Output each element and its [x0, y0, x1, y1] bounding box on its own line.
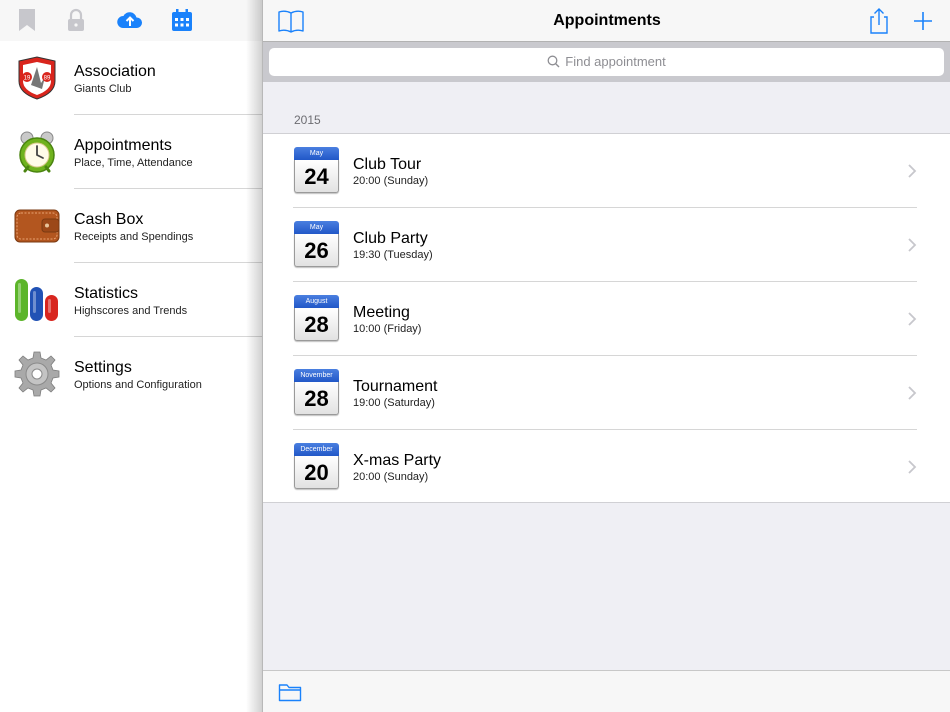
- calendar-date-icon: August 28: [294, 295, 339, 341]
- lock-icon[interactable]: [64, 8, 88, 32]
- chevron-right-icon: [908, 238, 917, 252]
- calendar-date-icon: November 28: [294, 369, 339, 415]
- calendar-date-icon: December 20: [294, 443, 339, 489]
- calendar-body: 28: [294, 382, 339, 415]
- appointment-title: Club Party: [353, 230, 428, 247]
- section-header: 2015: [294, 113, 321, 127]
- folder-icon[interactable]: [278, 681, 302, 703]
- calendar-date-icon: May 24: [294, 147, 339, 193]
- sidebar-item-title: Statistics: [74, 285, 139, 302]
- search-bar: Find appointment: [263, 42, 950, 82]
- search-placeholder-wrap: Find appointment: [269, 54, 944, 69]
- sidebar-item-subtitle: Receipts and Spendings: [74, 231, 194, 243]
- search-icon: [547, 55, 560, 68]
- navigation-bar: Appointments: [263, 0, 950, 42]
- calendar-day: 28: [304, 386, 329, 411]
- calendar-month: August: [294, 295, 339, 308]
- app-window: 19 89 Association Giants Club Appointmen…: [0, 0, 950, 712]
- appointment-row[interactable]: November 28 Tournament 19:00 (Saturday): [263, 356, 950, 430]
- sidebar-item-appointments[interactable]: Appointments Place, Time, Attendance: [0, 115, 262, 189]
- calendar-day: 20: [304, 460, 329, 485]
- appointment-row[interactable]: August 28 Meeting 10:00 (Friday): [263, 282, 950, 356]
- sidebar-item-cash-box[interactable]: Cash Box Receipts and Spendings: [0, 189, 262, 263]
- appointments-list: May 24 Club Tour 20:00 (Sunday) May 26 C…: [263, 133, 950, 503]
- appointment-time: 20:00 (Sunday): [353, 471, 429, 483]
- sidebar-item-title: Cash Box: [74, 211, 144, 228]
- sidebar-item-title: Association: [74, 63, 156, 80]
- bottom-toolbar: [263, 670, 950, 712]
- logo-year-right: 89: [44, 76, 51, 82]
- sidebar: 19 89 Association Giants Club Appointmen…: [0, 0, 262, 712]
- sidebar-item-subtitle: Highscores and Trends: [74, 305, 188, 317]
- appointment-time: 20:00 (Sunday): [353, 175, 429, 187]
- club-logo-icon: 19 89: [14, 55, 60, 101]
- sidebar-item-statistics[interactable]: Statistics Highscores and Trends: [0, 263, 262, 337]
- calendar-date-icon: May 26: [294, 221, 339, 267]
- search-input[interactable]: Find appointment: [269, 48, 944, 76]
- cloud-upload-icon[interactable]: [116, 8, 144, 32]
- appointment-time: 10:00 (Friday): [353, 323, 422, 335]
- calendar-day: 28: [304, 312, 329, 337]
- appointment-time: 19:00 (Saturday): [353, 397, 435, 409]
- add-icon[interactable]: [909, 7, 937, 35]
- sidebar-item-settings[interactable]: Settings Options and Configuration: [0, 337, 262, 411]
- appointment-row[interactable]: May 24 Club Tour 20:00 (Sunday): [263, 134, 950, 208]
- calendar-body: 28: [294, 308, 339, 341]
- calendar-body: 24: [294, 160, 339, 193]
- chevron-right-icon: [908, 386, 917, 400]
- alarm-clock-icon: [14, 129, 60, 175]
- main-panel: Appointments Find appointment 2015 May 2…: [262, 0, 950, 712]
- calendar-month: May: [294, 221, 339, 234]
- sidebar-item-association[interactable]: 19 89 Association Giants Club: [0, 41, 262, 115]
- chevron-right-icon: [908, 460, 917, 474]
- search-placeholder: Find appointment: [565, 54, 666, 69]
- sidebar-item-subtitle: Giants Club: [74, 83, 132, 95]
- sidebar-toolbar: [0, 0, 262, 41]
- calendar-month: December: [294, 443, 339, 456]
- share-icon[interactable]: [865, 7, 893, 35]
- calendar-body: 20: [294, 456, 339, 489]
- calendar-day: 26: [304, 238, 329, 263]
- chevron-right-icon: [908, 312, 917, 326]
- bookmark-icon[interactable]: [15, 8, 39, 32]
- logo-year-left: 19: [24, 76, 31, 82]
- gear-icon: [14, 351, 60, 397]
- calendar-body: 26: [294, 234, 339, 267]
- calendar-month: May: [294, 147, 339, 160]
- page-title: Appointments: [553, 12, 661, 29]
- appointment-title: Meeting: [353, 304, 410, 321]
- panel-shadow: [246, 0, 262, 712]
- appointment-row[interactable]: May 26 Club Party 19:30 (Tuesday): [263, 208, 950, 282]
- sidebar-item-title: Settings: [74, 359, 132, 376]
- wallet-icon: [14, 203, 60, 249]
- sidebar-item-subtitle: Options and Configuration: [74, 379, 202, 391]
- calendar-icon[interactable]: [170, 8, 194, 32]
- appointment-row[interactable]: December 20 X-mas Party 20:00 (Sunday): [263, 430, 950, 504]
- appointment-title: Club Tour: [353, 156, 422, 173]
- calendar-day: 24: [304, 164, 329, 189]
- sidebar-item-subtitle: Place, Time, Attendance: [74, 157, 193, 169]
- appointment-time: 19:30 (Tuesday): [353, 249, 433, 261]
- appointment-title: X-mas Party: [353, 452, 442, 469]
- sidebar-item-title: Appointments: [74, 137, 172, 154]
- bar-chart-icon: [14, 277, 60, 323]
- appointment-title: Tournament: [353, 378, 438, 395]
- chevron-right-icon: [908, 164, 917, 178]
- calendar-month: November: [294, 369, 339, 382]
